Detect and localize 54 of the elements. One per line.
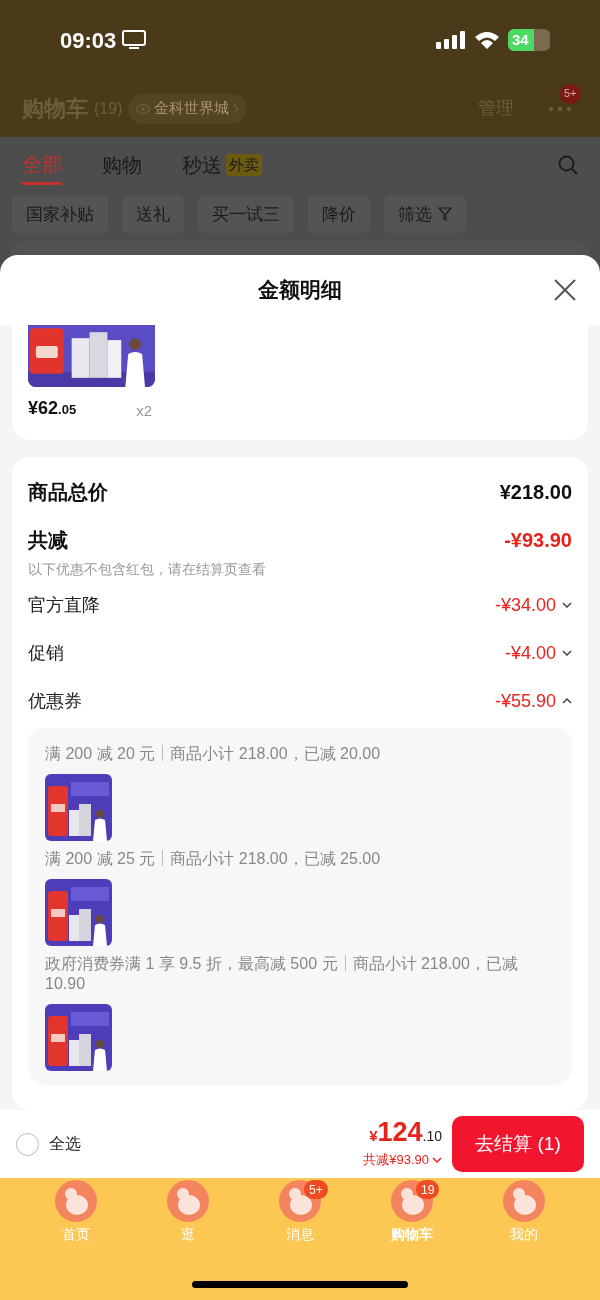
tab-label[interactable]: 首页 bbox=[62, 1224, 90, 1245]
tab-label[interactable]: 逛 bbox=[181, 1224, 195, 1245]
savings-toggle[interactable]: 共减¥93.90 bbox=[363, 1149, 442, 1170]
tab-label[interactable]: 购物车 bbox=[391, 1224, 433, 1245]
product-price: ¥62.05 bbox=[28, 397, 77, 420]
summary-label: 共减 bbox=[28, 528, 68, 553]
note-text: 以下优惠不包含红包，请在结算页查看 bbox=[28, 560, 267, 579]
wifi-icon bbox=[474, 31, 500, 49]
filter-chip[interactable]: 国家补贴 bbox=[12, 195, 108, 234]
expand-icon bbox=[432, 1156, 442, 1163]
total-price: ¥124.10 bbox=[369, 1118, 442, 1146]
close-icon[interactable] bbox=[554, 279, 576, 301]
category-tab[interactable]: 全部 bbox=[22, 145, 62, 186]
select-all-label: 全选 bbox=[49, 1134, 81, 1154]
mascot-icon[interactable] bbox=[55, 1180, 97, 1222]
tab-label[interactable]: 消息 bbox=[286, 1224, 314, 1245]
signal-icon bbox=[436, 31, 466, 49]
discount-toggle[interactable]: -¥34.00 bbox=[494, 591, 572, 619]
expand-icon bbox=[562, 602, 572, 608]
sheet-title: 金额明细 bbox=[258, 277, 342, 304]
delivery-tag: 外卖 bbox=[226, 153, 262, 177]
filter-chip[interactable]: 送礼 bbox=[122, 195, 184, 234]
search-icon[interactable] bbox=[558, 155, 578, 176]
summary-label: 优惠券 bbox=[28, 689, 82, 713]
location-pill[interactable]: 金科世界城 bbox=[128, 93, 248, 124]
status-time: 09:03 bbox=[60, 26, 117, 55]
summary-amount: -¥93.90 bbox=[504, 528, 572, 553]
coupon-text: 政府消费券满 1 享 9.5 折，最高减 500 元 商品小计 218.00，已减 10.90 bbox=[45, 954, 519, 994]
count-badge: 5+ bbox=[304, 1180, 328, 1199]
collapse-icon bbox=[562, 698, 572, 704]
filter-icon bbox=[438, 207, 452, 222]
discount-toggle[interactable]: -¥4.00 bbox=[504, 639, 572, 667]
summary-label: 促销 bbox=[28, 641, 64, 665]
summary-amount: ¥218.00 bbox=[499, 480, 572, 505]
summary-label: 官方直降 bbox=[28, 593, 100, 617]
tv-icon bbox=[122, 30, 147, 50]
quantity-text: x2 bbox=[136, 400, 152, 421]
checkout-button[interactable]: 去结算 (1) bbox=[452, 1116, 584, 1172]
eye-icon bbox=[136, 102, 151, 115]
mascot-icon[interactable] bbox=[503, 1180, 545, 1222]
coupon-text: 满 200 减 25 元 商品小计 218.00，已减 25.00 bbox=[45, 849, 382, 869]
summary-label: 商品总价 bbox=[28, 480, 108, 505]
more-icon[interactable] bbox=[548, 105, 572, 112]
filter-chip[interactable]: 降价 bbox=[308, 195, 370, 234]
mascot-icon[interactable] bbox=[167, 1180, 209, 1222]
chevron-right-icon bbox=[233, 103, 240, 114]
count-badge: 19 bbox=[416, 1180, 440, 1199]
discount-toggle[interactable]: -¥55.90 bbox=[494, 687, 572, 715]
notification-badge: 5+ bbox=[560, 83, 581, 104]
battery-level: 34 bbox=[511, 29, 529, 50]
coupon-text: 满 200 减 20 元 商品小计 218.00，已减 20.00 bbox=[45, 744, 382, 764]
select-all-checkbox[interactable] bbox=[16, 1132, 39, 1156]
tab-label[interactable]: 我的 bbox=[510, 1224, 538, 1245]
expand-icon bbox=[562, 650, 572, 656]
